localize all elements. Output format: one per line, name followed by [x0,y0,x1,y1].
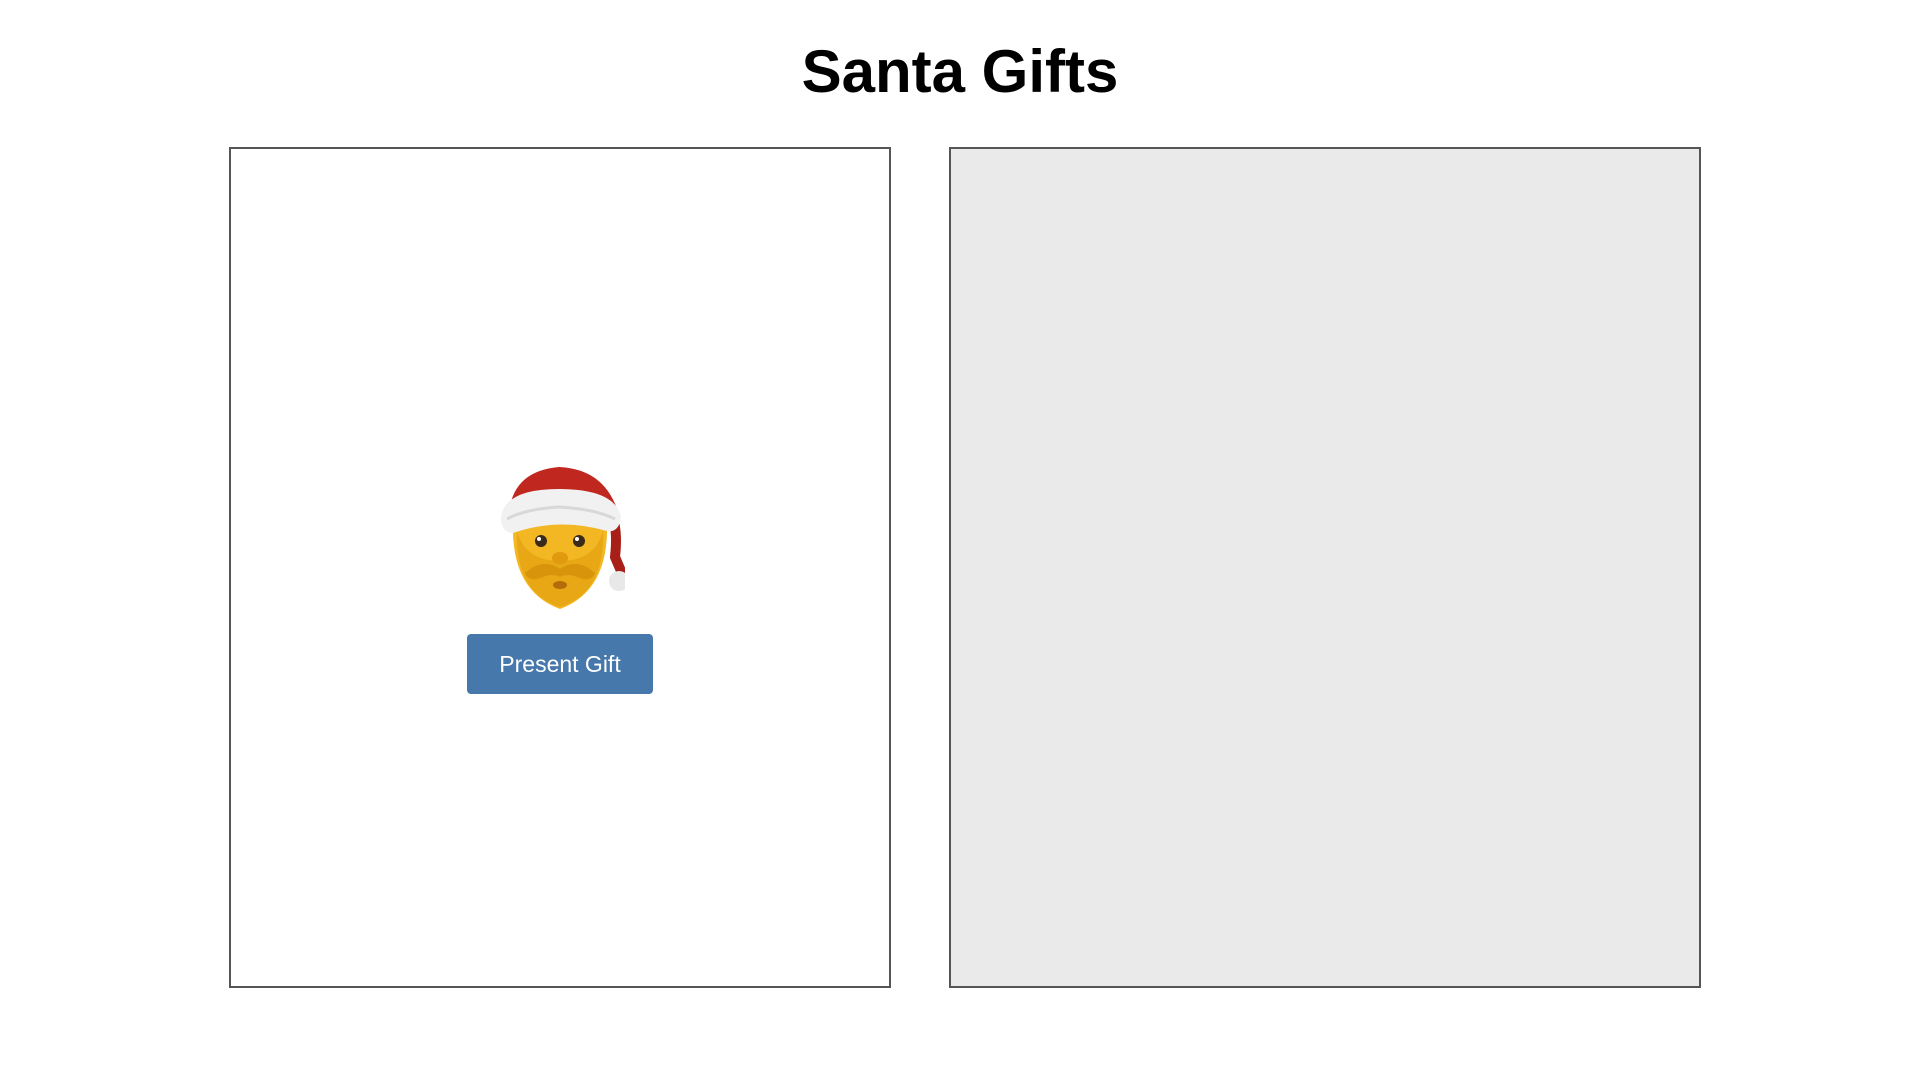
santa-claus-icon [495,461,629,611]
santa-panel: Present Gift [229,147,891,988]
gift-display-panel [949,147,1701,988]
present-gift-button[interactable]: Present Gift [467,634,653,694]
page-title: Santa Gifts [801,38,1119,105]
